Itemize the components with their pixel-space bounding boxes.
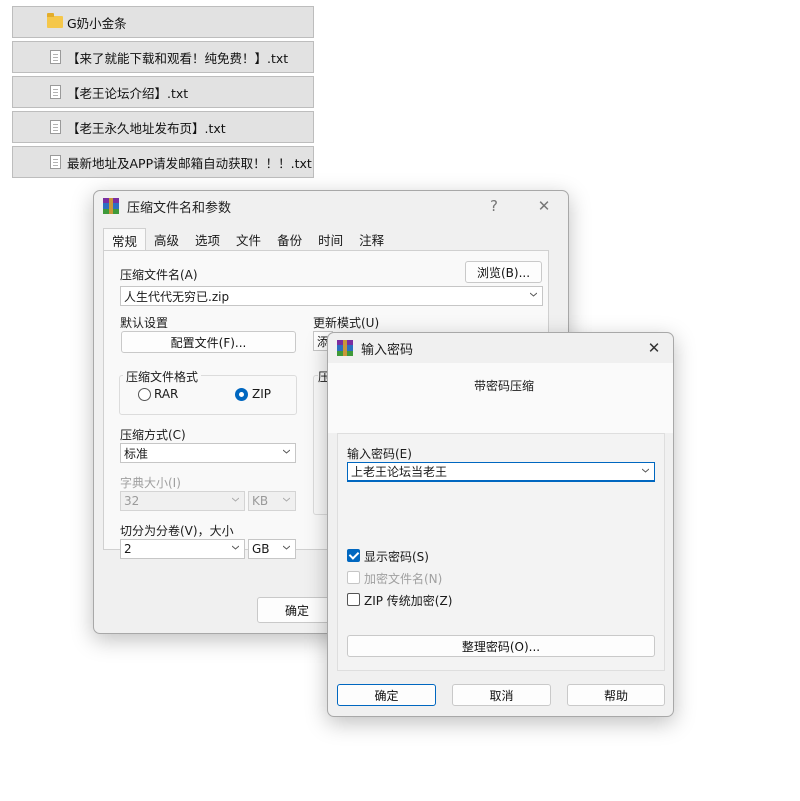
show-password-checkbox[interactable] (347, 549, 360, 562)
dict-unit-value: KB (252, 494, 269, 508)
browse-button[interactable]: 浏览(B)... (465, 261, 542, 283)
archive-ok-button[interactable]: 确定 (257, 597, 337, 623)
method-value: 标准 (124, 446, 149, 461)
password-help-button[interactable]: 帮助 (567, 684, 665, 706)
archive-format-label: 压缩文件格式 (123, 368, 202, 385)
list-item[interactable]: 最新地址及APP请发邮箱自动获取！！！.txt (12, 146, 314, 178)
winrar-icon (103, 198, 119, 214)
password-dialog-header: 带密码压缩 (328, 363, 673, 433)
file-name: 最新地址及APP请发邮箱自动获取！！！.txt (67, 155, 312, 171)
profiles-button[interactable]: 配置文件(F)... (121, 331, 296, 353)
archive-tabs: 常规 高级 选项 文件 备份 时间 注释 (103, 228, 392, 251)
organize-passwords-button[interactable]: 整理密码(O)... (347, 635, 655, 657)
password-ok-button[interactable]: 确定 (337, 684, 436, 706)
tab-general[interactable]: 常规 (103, 228, 147, 251)
chevron-down-icon (283, 497, 290, 502)
chevron-down-icon[interactable] (642, 467, 649, 474)
archive-name-value: 人生代代无穷已.zip (124, 289, 230, 304)
split-size-value: 2 (124, 542, 132, 556)
password-input[interactable]: 上老王论坛当老王 (347, 462, 655, 482)
tab-files[interactable]: 文件 (228, 228, 269, 250)
split-size-input[interactable]: 2 (120, 539, 245, 559)
archive-dialog-title: 压缩文件名和参数 (127, 200, 232, 216)
tab-advanced[interactable]: 高级 (146, 228, 187, 250)
tab-backup[interactable]: 备份 (269, 228, 310, 250)
password-cancel-button[interactable]: 取消 (452, 684, 551, 706)
rar-label: RAR (154, 387, 179, 401)
split-unit-value: GB (252, 542, 270, 556)
password-dialog: 输入密码 ✕ 带密码压缩 输入密码(E) 上老王论坛当老王 显示密码(S) 加密… (327, 332, 674, 717)
password-value: 上老王论坛当老王 (351, 465, 448, 479)
list-item[interactable]: 【老王永久地址发布页】.txt (12, 111, 314, 143)
zip-label: ZIP (252, 387, 271, 401)
text-file-icon (47, 84, 63, 100)
tab-comment[interactable]: 注释 (351, 228, 392, 250)
tab-options[interactable]: 选项 (187, 228, 228, 250)
zip-radio[interactable] (235, 388, 248, 401)
file-name: 【老王永久地址发布页】.txt (67, 120, 226, 136)
tab-time[interactable]: 时间 (310, 228, 351, 250)
dict-size-value: 32 (124, 494, 140, 508)
zip-legacy-checkbox[interactable] (347, 593, 360, 606)
password-dialog-titlebar: 输入密码 (328, 333, 673, 363)
winrar-icon (337, 340, 353, 356)
file-name: 【来了就能下载和观看！纯免费！】.txt (67, 50, 289, 66)
list-item[interactable]: 【老王论坛介绍】.txt (12, 76, 314, 108)
file-name: 【老王论坛介绍】.txt (67, 85, 189, 101)
split-unit-select[interactable]: GB (248, 539, 296, 559)
close-icon[interactable]: ✕ (524, 191, 564, 221)
archive-name-input[interactable]: 人生代代无穷已.zip (120, 286, 543, 306)
help-icon[interactable]: ? (474, 191, 514, 221)
rar-radio[interactable] (138, 388, 151, 401)
archive-name-label: 压缩文件名(A) (120, 268, 198, 282)
folder-icon (47, 13, 63, 30)
list-item[interactable]: G奶小金条 (12, 6, 314, 38)
password-dialog-title: 输入密码 (361, 342, 414, 358)
dict-size-select: 32 (120, 491, 245, 511)
close-icon[interactable]: ✕ (634, 333, 674, 363)
password-dialog-heading: 带密码压缩 (474, 379, 535, 393)
method-select[interactable]: 标准 (120, 443, 296, 463)
list-item[interactable]: 【来了就能下载和观看！纯免费！】.txt (12, 41, 314, 73)
chevron-down-icon[interactable] (283, 544, 290, 551)
dict-unit-select: KB (248, 491, 296, 511)
encrypt-filenames-label: 加密文件名(N) (364, 572, 443, 586)
text-file-icon (47, 119, 63, 135)
method-label: 压缩方式(C) (120, 428, 186, 442)
chevron-down-icon (232, 497, 239, 502)
chevron-down-icon[interactable] (283, 448, 290, 455)
show-password-label: 显示密码(S) (364, 550, 429, 564)
text-file-icon (47, 49, 63, 65)
chevron-down-icon[interactable] (530, 291, 537, 298)
text-file-icon (47, 154, 63, 170)
encrypt-filenames-checkbox (347, 571, 360, 584)
default-settings-label: 默认设置 (120, 316, 169, 330)
chevron-down-icon[interactable] (232, 544, 239, 551)
dict-size-label: 字典大小(I) (120, 476, 181, 490)
file-name: G奶小金条 (67, 15, 127, 31)
password-label: 输入密码(E) (347, 447, 412, 461)
zip-legacy-label: ZIP 传统加密(Z) (364, 594, 453, 608)
update-mode-label: 更新模式(U) (313, 316, 380, 330)
split-volumes-label: 切分为分卷(V)，大小 (120, 524, 234, 538)
